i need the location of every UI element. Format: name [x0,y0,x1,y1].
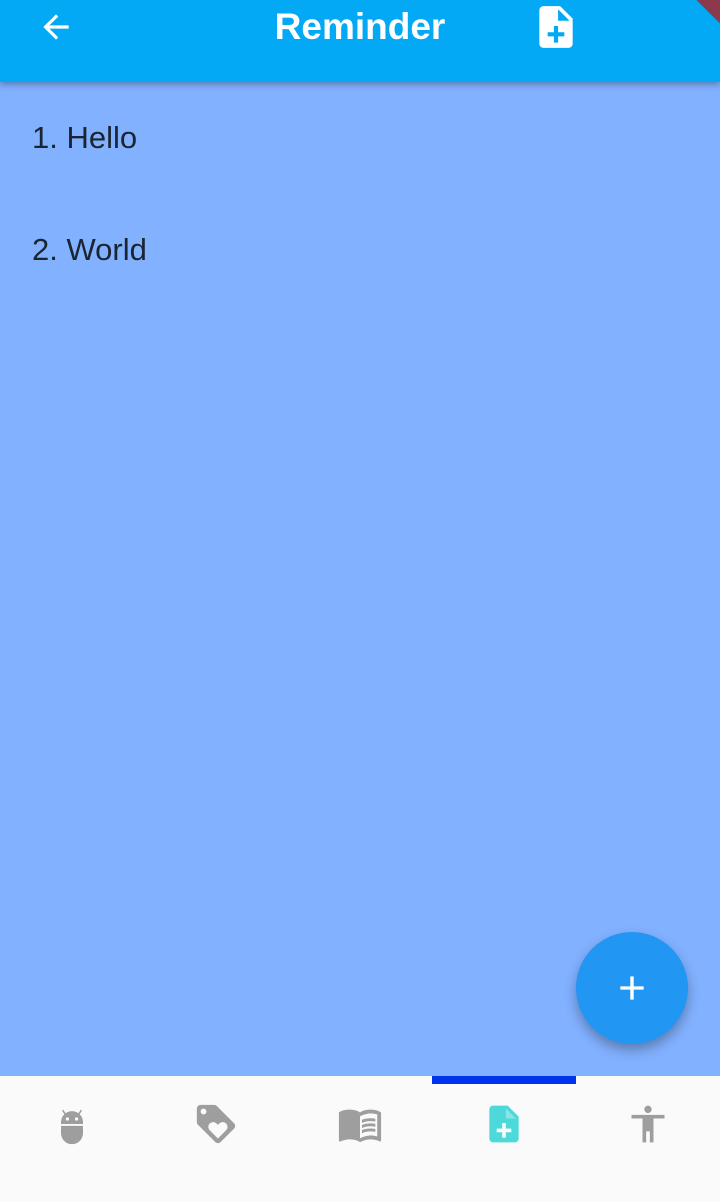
nav-item-book[interactable] [288,1076,432,1202]
add-note-button[interactable] [530,2,582,52]
reminder-label: 1. Hello [32,120,138,155]
debug-banner [660,0,720,60]
accessibility-icon [631,1105,665,1143]
reminder-screen: Reminder 1. Hello 2. World [0,0,720,1202]
menu-book-icon [338,1109,382,1143]
nav-item-loyalty[interactable] [144,1076,288,1202]
nav-item-accessibility[interactable] [576,1076,720,1202]
reminder-list: 1. Hello 2. World [0,82,720,306]
list-item[interactable]: 1. Hello [0,82,720,194]
reminder-label: 2. World [32,232,147,267]
nav-item-note-add[interactable] [432,1076,576,1202]
note-add-icon [489,1105,519,1143]
page-title: Reminder [274,6,446,47]
add-reminder-button[interactable] [576,932,688,1044]
app-bar: Reminder [0,0,720,82]
bottom-navigation [0,1076,720,1202]
android-icon [61,1109,83,1145]
loyalty-tag-icon [196,1104,236,1144]
note-add-icon [539,6,573,48]
active-tab-indicator [432,1076,576,1084]
nav-item-android[interactable] [0,1076,144,1202]
list-item[interactable]: 2. World [0,194,720,306]
add-icon [620,976,644,1000]
